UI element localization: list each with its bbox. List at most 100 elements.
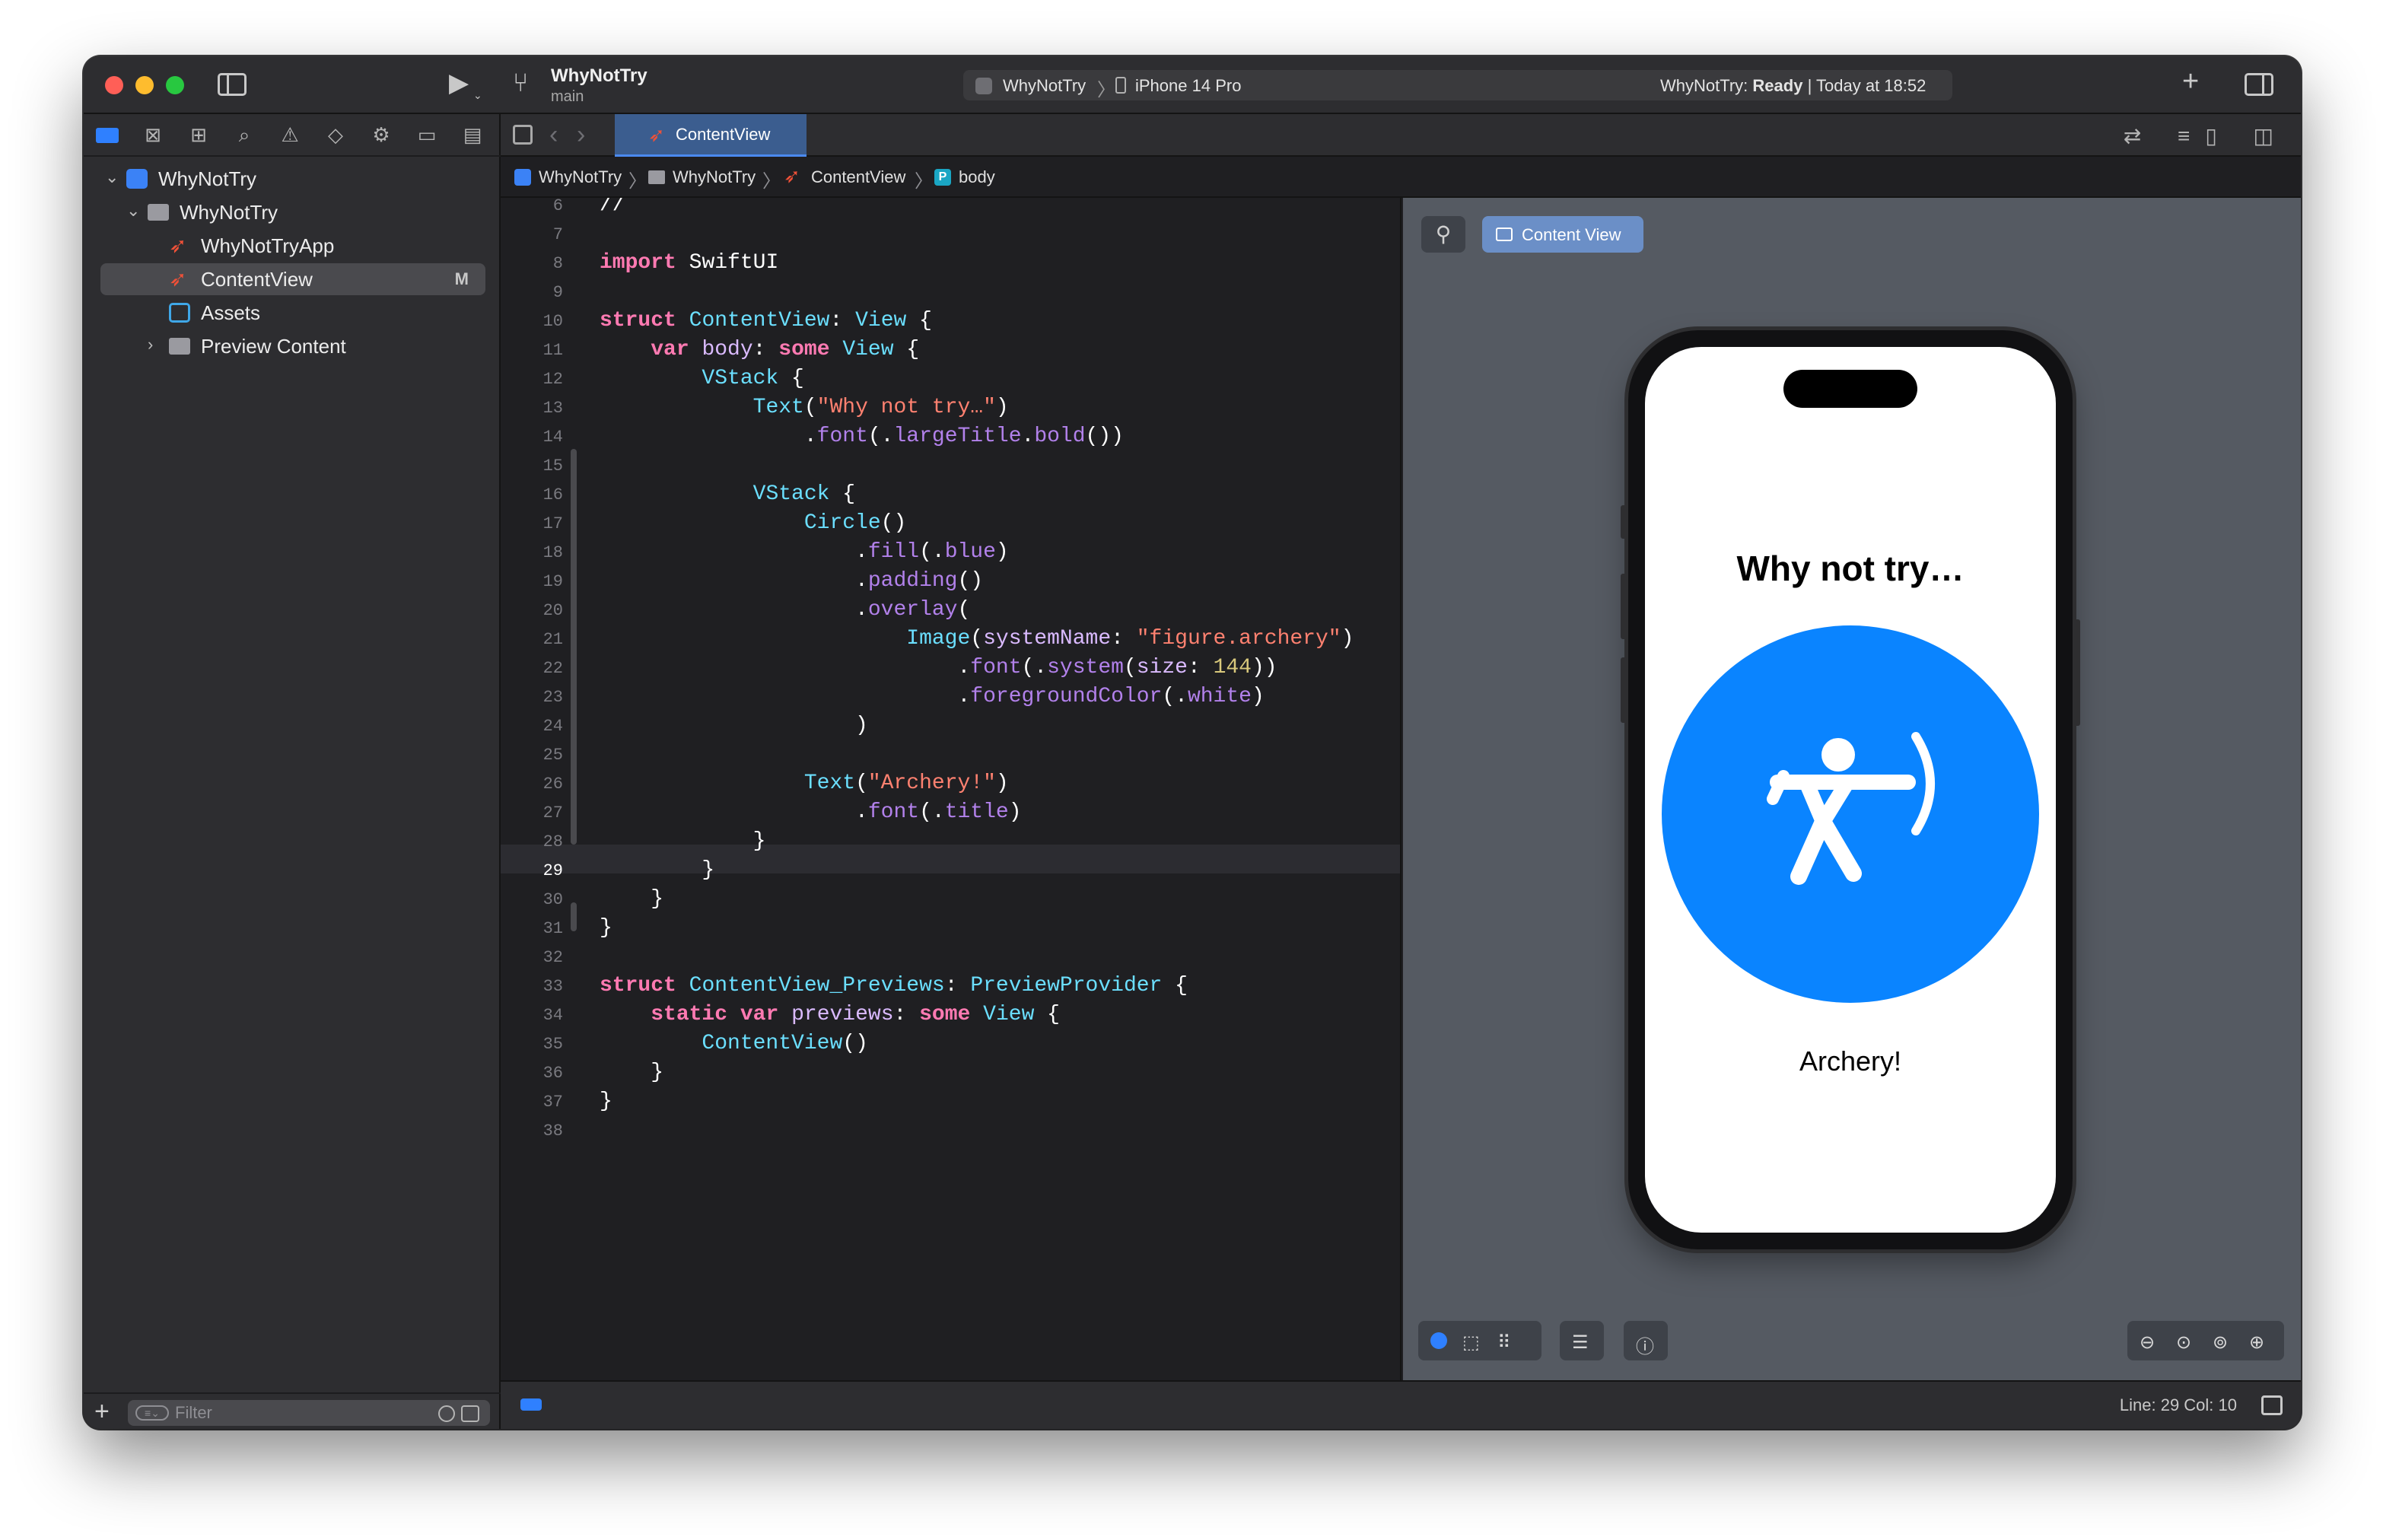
code-line[interactable]: struct ContentView_Previews: PreviewProv… xyxy=(600,974,1188,998)
debug-navigator-icon[interactable]: ⚙ xyxy=(368,123,394,146)
source-editor[interactable]: 6 // 7 8 import SwiftUI 9 10 struct ContentView… xyxy=(501,198,1401,1380)
line-number[interactable]: 30 xyxy=(501,890,563,909)
tree-item-project[interactable]: ⌄ WhyNotTry xyxy=(100,163,485,195)
code-line[interactable]: // xyxy=(600,198,625,217)
code-line[interactable]: import SwiftUI xyxy=(600,251,778,275)
jumpbar-symbol[interactable]: body xyxy=(959,167,995,187)
code-line[interactable]: .fill(.blue) xyxy=(600,540,1009,564)
chevron-right-icon[interactable]: › xyxy=(148,335,153,355)
run-options-chevron-icon[interactable]: ⌄ xyxy=(473,84,482,107)
tree-item-group-folder[interactable]: ⌄ WhyNotTry xyxy=(100,196,485,228)
canvas-device-settings[interactable]: ☰ xyxy=(1560,1321,1604,1360)
pin-preview-icon[interactable]: ⚲ xyxy=(1421,216,1465,253)
code-line[interactable]: Text("Archery!") xyxy=(600,772,1009,795)
branch-name[interactable]: main xyxy=(551,88,584,106)
scheme-selector[interactable]: WhyNotTry xyxy=(1003,76,1086,96)
code-line[interactable]: .font(.system(size: 144)) xyxy=(600,656,1277,679)
source-control-navigator-icon[interactable]: ⊠ xyxy=(140,123,166,146)
test-navigator-diamond-icon[interactable]: ◇ xyxy=(323,123,348,146)
line-number[interactable]: 32 xyxy=(501,948,563,967)
tree-item-app-file[interactable]: ➶ WhyNotTryApp xyxy=(100,230,485,262)
back-chevron-icon[interactable]: ‹ xyxy=(549,120,558,150)
line-number[interactable]: 36 xyxy=(501,1064,563,1083)
add-file-plus-icon[interactable]: + xyxy=(94,1397,110,1427)
line-number[interactable]: 19 xyxy=(501,572,563,591)
sidebar-toggle-icon[interactable] xyxy=(218,73,247,96)
line-number[interactable]: 24 xyxy=(501,717,563,736)
code-line[interactable]: .padding() xyxy=(600,569,983,593)
code-line[interactable]: } xyxy=(600,1090,612,1113)
filter-options-icon[interactable]: ≡⌄ xyxy=(135,1405,169,1421)
code-line[interactable]: ) xyxy=(600,714,868,737)
console-toggle-icon[interactable] xyxy=(2261,1395,2283,1415)
zoom-fit-icon[interactable]: ⊚ xyxy=(2213,1332,2228,1354)
project-navigator-folder-icon[interactable] xyxy=(94,123,120,146)
line-number[interactable]: 29 xyxy=(501,861,563,880)
code-line[interactable]: } xyxy=(600,887,663,911)
debug-area-toggle-icon[interactable] xyxy=(520,1398,542,1411)
line-number[interactable]: 6 xyxy=(501,198,563,215)
line-number[interactable]: 26 xyxy=(501,775,563,794)
code-line[interactable]: static var previews: some View { xyxy=(600,1003,1060,1026)
line-number[interactable]: 38 xyxy=(501,1122,563,1141)
tree-item-assets[interactable]: Assets xyxy=(100,297,485,329)
recent-files-clock-icon[interactable] xyxy=(438,1405,455,1422)
breakpoint-navigator-icon[interactable]: ▭ xyxy=(414,123,440,146)
info-circle-icon[interactable]: ⓘ xyxy=(1636,1332,1654,1358)
line-number[interactable]: 23 xyxy=(501,688,563,707)
variants-grid-icon[interactable]: ⠿ xyxy=(1497,1332,1511,1354)
zoom-window-button[interactable] xyxy=(166,76,184,94)
line-number[interactable]: 12 xyxy=(501,370,563,389)
code-line[interactable]: Image(systemName: "figure.archery") xyxy=(600,627,1354,651)
run-destination-selector[interactable]: iPhone 14 Pro xyxy=(1135,76,1241,96)
code-line[interactable]: Circle() xyxy=(600,511,906,535)
issue-navigator-warning-icon[interactable]: ⚠ xyxy=(277,123,303,146)
code-line[interactable]: struct ContentView: View { xyxy=(600,309,932,332)
tab-contentview[interactable]: ➶ ContentView xyxy=(615,114,807,157)
code-line[interactable]: ContentView() xyxy=(600,1032,867,1055)
editor-options-icons[interactable]: ⇄ ≡▯ ◫ xyxy=(2124,123,2289,148)
line-number[interactable]: 7 xyxy=(501,225,563,244)
line-number[interactable]: 20 xyxy=(501,601,563,620)
line-number[interactable]: 14 xyxy=(501,428,563,447)
zoom-out-icon[interactable]: ⊖ xyxy=(2140,1332,2155,1354)
code-line[interactable]: .font(.largeTitle.bold()) xyxy=(600,425,1124,448)
chevron-down-icon[interactable]: ⌄ xyxy=(126,201,140,221)
code-line[interactable]: } xyxy=(600,1061,663,1084)
library-plus-icon[interactable]: + xyxy=(2182,67,2199,96)
code-line[interactable]: var body: some View { xyxy=(600,338,919,361)
zoom-in-icon[interactable]: ⊕ xyxy=(2249,1332,2264,1354)
tree-item-preview-content[interactable]: › Preview Content xyxy=(100,330,485,362)
code-line[interactable]: VStack { xyxy=(600,482,855,506)
find-navigator-search-icon[interactable]: ⌕ xyxy=(231,123,257,146)
forward-chevron-icon[interactable]: › xyxy=(577,120,585,150)
selectable-preview-icon[interactable]: ⬚ xyxy=(1462,1332,1480,1354)
code-line[interactable]: } xyxy=(600,858,714,882)
line-number[interactable]: 33 xyxy=(501,977,563,996)
line-number[interactable]: 21 xyxy=(501,630,563,649)
line-number[interactable]: 8 xyxy=(501,254,563,273)
line-number[interactable]: 9 xyxy=(501,283,563,302)
symbol-navigator-icon[interactable]: ⊞ xyxy=(186,123,212,146)
line-number[interactable]: 10 xyxy=(501,312,563,331)
content-view-preview-chip[interactable]: Content View xyxy=(1482,216,1643,253)
code-line[interactable]: } xyxy=(600,916,612,940)
code-line[interactable]: VStack { xyxy=(600,367,803,390)
line-number[interactable]: 15 xyxy=(501,457,563,476)
line-number[interactable]: 37 xyxy=(501,1093,563,1112)
line-number[interactable]: 16 xyxy=(501,485,563,504)
device-screen[interactable]: Why not try… Archery! xyxy=(1645,347,2056,1233)
code-fold-ribbon[interactable] xyxy=(571,449,577,845)
filter-input[interactable] xyxy=(175,1402,426,1424)
code-line[interactable]: Text("Why not try…") xyxy=(600,396,1009,419)
line-number[interactable]: 18 xyxy=(501,543,563,562)
line-number[interactable]: 28 xyxy=(501,832,563,851)
zoom-100-icon[interactable]: ⊙ xyxy=(2176,1332,2191,1354)
line-number[interactable]: 25 xyxy=(501,746,563,765)
line-number[interactable]: 31 xyxy=(501,919,563,938)
tree-item-contentview-file[interactable]: ➶ ContentView M xyxy=(100,263,485,295)
source-control-filter-icon[interactable] xyxy=(461,1405,479,1422)
close-window-button[interactable] xyxy=(105,76,123,94)
line-number[interactable]: 27 xyxy=(501,803,563,822)
jumpbar-project[interactable]: WhyNotTry xyxy=(539,167,622,187)
